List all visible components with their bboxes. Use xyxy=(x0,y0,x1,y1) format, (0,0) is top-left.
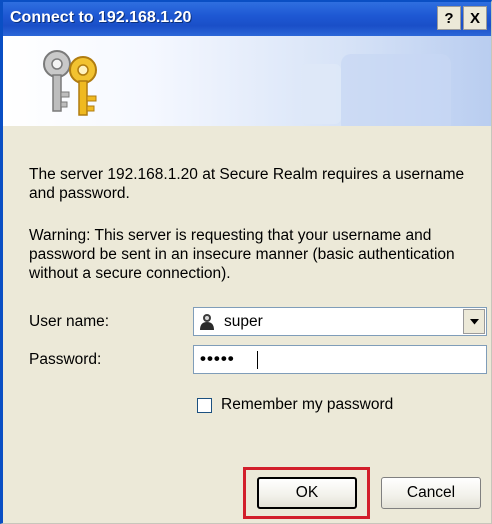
password-field[interactable]: ••••• xyxy=(193,345,487,374)
banner-decoration xyxy=(301,64,341,124)
remember-password-checkbox[interactable] xyxy=(197,398,212,413)
username-value: super xyxy=(224,313,263,330)
title-bar-buttons: ? X xyxy=(437,6,487,30)
username-combobox[interactable]: super xyxy=(193,307,487,336)
text-cursor xyxy=(257,351,258,369)
title-bar: Connect to 192.168.1.20 ? X xyxy=(3,2,491,36)
auth-message: The server 192.168.1.20 at Secure Realm … xyxy=(29,166,465,202)
keys-icon xyxy=(43,50,97,116)
help-button[interactable]: ? xyxy=(437,6,461,30)
banner-decoration xyxy=(341,54,451,126)
cancel-button[interactable]: Cancel xyxy=(381,477,481,509)
username-label: User name: xyxy=(29,313,110,330)
security-warning: Warning: This server is requesting that … xyxy=(29,227,455,282)
password-label: Password: xyxy=(29,351,102,368)
chevron-down-icon xyxy=(469,318,479,324)
login-dialog: Connect to 192.168.1.20 ? X The server 1… xyxy=(0,0,492,524)
dialog-banner xyxy=(3,36,491,126)
username-dropdown-button[interactable] xyxy=(463,309,485,334)
close-button[interactable]: X xyxy=(463,6,487,30)
ok-button[interactable]: OK xyxy=(257,477,357,509)
password-value: ••••• xyxy=(200,349,235,368)
remember-password-label[interactable]: Remember my password xyxy=(221,396,393,414)
window-title: Connect to 192.168.1.20 xyxy=(10,9,192,26)
user-icon xyxy=(200,314,214,330)
